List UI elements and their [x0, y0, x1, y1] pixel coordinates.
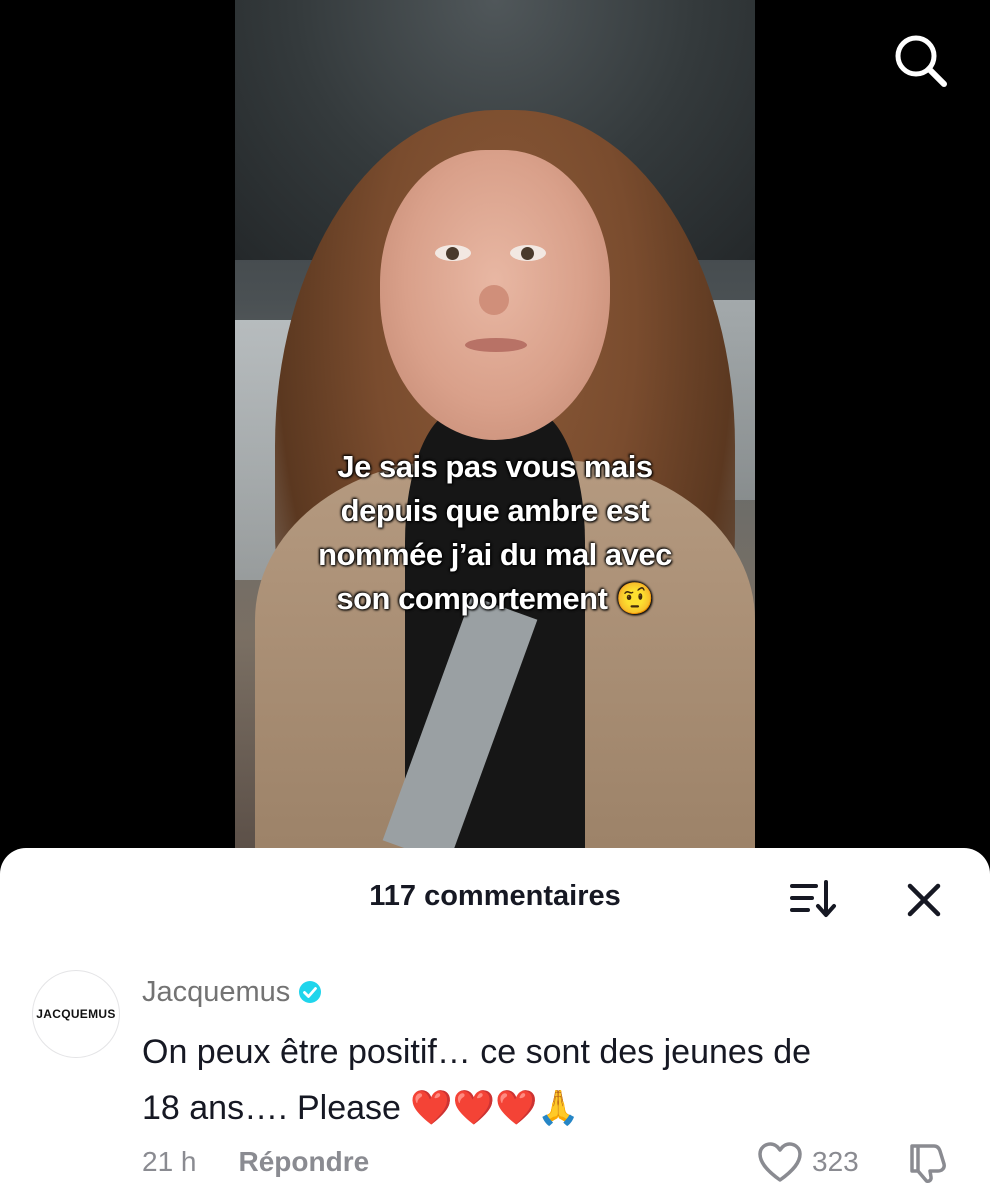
comments-count-title: 117 commentaires: [369, 880, 621, 912]
right-eye: [510, 245, 546, 261]
comments-sheet: 117 commentaires JACQUEMUS Jacquemus On: [0, 848, 990, 1200]
video-caption: Je sais pas vous mais depuis que ambre e…: [235, 445, 755, 621]
comment-line: On peux être positif… ce sont des jeunes…: [142, 1033, 812, 1071]
comment-item: JACQUEMUS Jacquemus On peux être positif…: [0, 968, 990, 1200]
comment-author[interactable]: Jacquemus: [142, 976, 290, 1009]
comment-timestamp: 21 h: [142, 1146, 197, 1177]
caption-line: Je sais pas vous mais: [337, 449, 653, 484]
caption-line: depuis que ambre est: [340, 493, 650, 528]
like-count: 323: [812, 1146, 859, 1177]
search-button[interactable]: [890, 30, 950, 90]
sort-button[interactable]: [788, 878, 838, 922]
caption-line: son comportement 🤨: [336, 581, 654, 616]
comment-text: On peux être positif… ce sont des jeunes…: [142, 1024, 952, 1136]
comment-line: 18 ans…. Please ❤️❤️❤️🙏: [142, 1089, 580, 1127]
comment-meta: 21 h Répondre: [142, 1146, 369, 1178]
sort-icon: [790, 880, 836, 917]
video-frame[interactable]: Je sais pas vous mais depuis que ambre e…: [235, 0, 755, 850]
author-row: Jacquemus: [142, 974, 322, 1010]
reply-button[interactable]: Répondre: [239, 1146, 370, 1178]
thumbs-down-icon: [910, 1144, 946, 1183]
mouth: [465, 338, 527, 352]
search-icon: [895, 35, 947, 87]
heart-icon: [758, 1142, 802, 1182]
nose: [479, 285, 509, 315]
caption-line: nommée j’ai du mal avec: [318, 537, 672, 572]
like-button[interactable]: [756, 1140, 804, 1184]
avatar-logo-text: JACQUEMUS: [36, 1007, 116, 1021]
verified-badge-icon: [299, 981, 322, 1003]
close-button[interactable]: [902, 878, 946, 922]
left-eye: [435, 245, 471, 261]
avatar[interactable]: JACQUEMUS: [32, 970, 120, 1058]
dislike-button[interactable]: [904, 1140, 952, 1184]
video-area[interactable]: Je sais pas vous mais depuis que ambre e…: [0, 0, 990, 860]
close-icon: [907, 883, 941, 917]
